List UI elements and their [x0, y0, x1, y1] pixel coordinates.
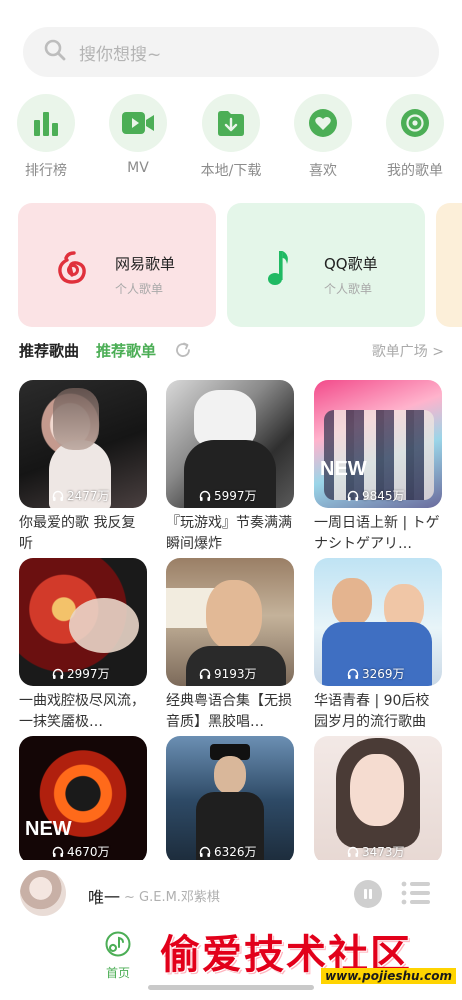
shortcut-label: 我的歌单 — [387, 163, 443, 179]
pause-icon — [364, 889, 372, 899]
watermark-url: www.pojieshu.com — [321, 968, 456, 984]
headphones-icon — [52, 490, 64, 501]
play-count: 5997万 — [199, 487, 257, 504]
watermark: 偷爱技术社区 www.pojieshu.com — [160, 922, 460, 992]
folder-download-icon — [218, 111, 244, 136]
playlist-tile[interactable]: 5997万 『玩游戏』节奏满满 瞬间爆炸 — [166, 380, 294, 555]
home-disc-icon — [105, 931, 131, 957]
shortcut-label: 本地/下载 — [200, 163, 262, 179]
search-placeholder: 搜你想搜~ — [79, 44, 162, 65]
song-artist: ~ G.E.M.邓紫棋 — [124, 890, 220, 905]
playlist-tile[interactable]: NEW 4670万 — [19, 736, 147, 860]
shortcut-label: MV — [127, 160, 149, 176]
play-count: 6326万 — [199, 843, 257, 860]
netease-music-icon — [58, 251, 86, 284]
playlist-name: 经典粤语合集【无损音质】黑胶唱… — [166, 693, 292, 730]
cover-new-text: NEW — [320, 458, 367, 480]
playlist-cover: NEW 9845万 — [314, 380, 442, 508]
chart-bars-icon — [34, 112, 58, 136]
mini-player[interactable]: 唯一 ~ G.E.M.邓紫棋 — [0, 866, 462, 922]
qq-music-icon — [268, 251, 288, 285]
headphones-icon — [52, 668, 64, 679]
play-count: 2477万 — [52, 487, 110, 504]
headphones-icon — [347, 846, 359, 857]
shortcut-local-download[interactable]: 本地/下载 — [186, 94, 276, 180]
playlist-tile[interactable]: NEW 9845万 一周日语上新 | トゲナシトゲアリ… — [314, 380, 442, 555]
playlist-cover: 5997万 — [166, 380, 294, 508]
pause-button[interactable] — [354, 880, 382, 908]
tab-recommended-songs[interactable]: 推荐歌曲 — [19, 340, 79, 361]
refresh-icon[interactable] — [173, 340, 193, 364]
album-art[interactable] — [20, 870, 66, 916]
playlist-queue-icon[interactable] — [401, 880, 431, 910]
headphones-icon — [199, 846, 211, 857]
play-count: 9193万 — [199, 665, 257, 682]
card-title: QQ歌单 — [324, 255, 378, 273]
search-bar[interactable]: 搜你想搜~ — [23, 27, 439, 77]
playlist-plaza-link[interactable]: 歌单广场 > — [372, 341, 444, 361]
playlist-cover: 9193万 — [166, 558, 294, 686]
play-count: 9845万 — [347, 487, 405, 504]
card-title: 网易歌单 — [115, 255, 176, 273]
playlist-name: 一曲戏腔极尽风流，一抹笑靥极… — [19, 693, 145, 730]
headphones-icon — [199, 668, 211, 679]
playlist-tile[interactable]: 3473万 — [314, 736, 442, 860]
playlist-tile[interactable]: 9193万 经典粤语合集【无损音质】黑胶唱… — [166, 558, 294, 733]
play-count: 2997万 — [52, 665, 110, 682]
play-count: 3473万 — [347, 843, 405, 860]
shortcut-label: 排行榜 — [25, 163, 67, 179]
disc-icon — [401, 109, 429, 137]
playlist-cover: 6326万 — [166, 736, 294, 860]
shortcut-mv[interactable]: MV — [93, 94, 183, 176]
headphones-icon — [52, 846, 64, 857]
playlist-source-cards: 网易歌单 个人歌单 QQ歌单 个人歌单 — [0, 203, 462, 327]
recommend-section-header: 推荐歌曲 推荐歌单 歌单广场 > — [0, 338, 462, 364]
playlist-tile[interactable]: 2997万 一曲戏腔极尽风流，一抹笑靥极… — [19, 558, 147, 733]
headphones-icon — [347, 490, 359, 501]
heart-icon — [309, 109, 337, 137]
play-count: 3269万 — [347, 665, 405, 682]
tab-recommended-playlists[interactable]: 推荐歌单 — [96, 340, 156, 361]
netease-playlist-card[interactable]: 网易歌单 个人歌单 — [18, 203, 216, 327]
playlist-cover: 2997万 — [19, 558, 147, 686]
playlist-tile[interactable]: 6326万 — [166, 736, 294, 860]
playlist-name: 华语青春 | 90后校园岁月的流行歌曲 — [314, 693, 430, 730]
shortcut-rankings[interactable]: 排行榜 — [1, 94, 91, 180]
shortcut-favorites[interactable]: 喜欢 — [278, 94, 368, 180]
video-camera-icon — [122, 112, 154, 134]
shortcut-row: 排行榜 MV 本地/下载 喜欢 我的歌单 — [0, 94, 462, 184]
headphones-icon — [347, 668, 359, 679]
playlist-cover: 3269万 — [314, 558, 442, 686]
shortcut-label: 喜欢 — [309, 163, 337, 179]
playlist-name: 『玩游戏』节奏满满 瞬间爆炸 — [166, 515, 292, 552]
nav-home[interactable]: 首页 — [98, 930, 138, 981]
playlist-cover: 3473万 — [314, 736, 442, 860]
home-indicator[interactable] — [148, 985, 314, 990]
nav-home-label: 首页 — [105, 966, 130, 980]
search-icon — [43, 38, 67, 66]
play-count: 4670万 — [52, 843, 110, 860]
playlist-tile[interactable]: 3269万 华语青春 | 90后校园岁月的流行歌曲 — [314, 558, 442, 733]
card-subtitle: 个人歌单 — [324, 282, 373, 296]
cover-new-text: NEW — [25, 818, 72, 840]
playlist-name: 你最爱的歌 我反复听 — [19, 515, 136, 552]
shortcut-my-playlists[interactable]: 我的歌单 — [370, 94, 460, 180]
next-playlist-card[interactable] — [436, 203, 462, 327]
playlist-grid: 2477万 你最爱的歌 我反复听 5997万 『玩游戏』节奏满满 瞬间爆炸 NE… — [0, 380, 462, 860]
qq-playlist-card[interactable]: QQ歌单 个人歌单 — [227, 203, 425, 327]
card-subtitle: 个人歌单 — [115, 282, 164, 296]
headphones-icon — [199, 490, 211, 501]
playlist-cover: 2477万 — [19, 380, 147, 508]
playlist-tile[interactable]: 2477万 你最爱的歌 我反复听 — [19, 380, 147, 555]
playlist-name: 一周日语上新 | トゲナシトゲアリ… — [314, 515, 440, 552]
song-title: 唯一 — [88, 888, 121, 907]
playlist-cover: NEW 4670万 — [19, 736, 147, 860]
